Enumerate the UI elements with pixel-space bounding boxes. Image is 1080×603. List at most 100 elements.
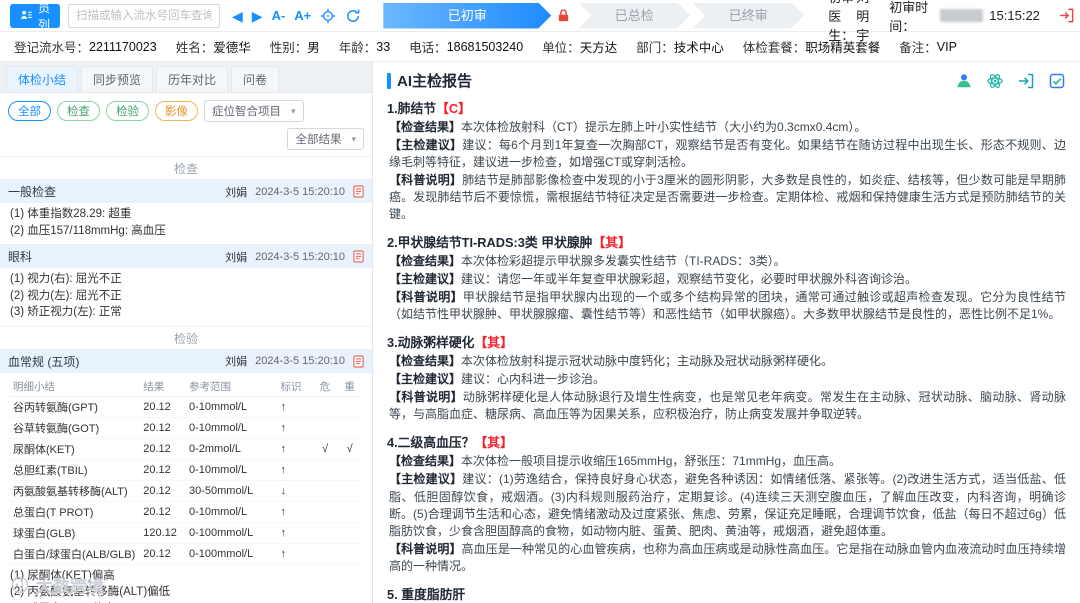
step-final-audit[interactable]: 已终审 [692,3,804,29]
summary-line: (1) 体重指数28.29: 超重 [10,206,362,223]
summary-list: 检查 一般检查 刘娟 2024-3-5 15:20:10 (1) 体重指数28.… [0,157,372,603]
card-time: 2024-3-5 15:20:10 [255,251,345,263]
report-line: 【检查结果】本次体检放射科提示冠状动脉中度钙化；主动脉及冠状动脉粥样硬化。 [389,353,1066,370]
prev-person-icon[interactable]: ◀ [232,9,243,23]
filter-lab[interactable]: 检验 [106,101,149,121]
report-item-tag: 【其】 [474,435,512,450]
person-list-button[interactable]: 人员列表 [10,4,60,28]
lab-col-danger: 危 [313,377,338,397]
lab-row: 球蛋白(GLB) 120.12 0-100mmol/L ↑ [10,522,362,543]
lab-range: 0-10mmol/L [186,417,278,438]
step-general-audit[interactable]: 已总检 [578,3,690,29]
report-line-text: 本次体检彩超提示甲状腺多发囊实性结节（TI-RADS：3类）。 [461,254,786,268]
summary-line: (2) 视力(左): 屈光不正 [10,288,362,305]
report-doc-icon[interactable] [353,250,364,263]
card-title: 眼科 [8,248,32,265]
chevron-down-icon: ▾ [351,134,356,145]
lab-row: 总蛋白(T PROT) 20.12 0-10mmol/L ↑ [10,501,362,522]
report-line-text: 肺结节是肺部影像检查中发现的小于3厘米的圆形阴影，大多数是良性的，如炎症、结核等… [389,173,1066,221]
patient-field-age: 年龄：33 [339,37,390,56]
report-item: 1.肺结节【C】 【检查结果】本次体检放射科（CT）提示左肺上叶小实性结节（大小… [387,98,1066,223]
filter-all[interactable]: 全部 [8,101,51,121]
step-first-audit[interactable]: 已初审 [383,3,551,29]
lab-severe [337,459,362,480]
card-eye-header[interactable]: 眼科 刘娟 2024-3-5 15:20:10 [0,245,372,268]
lab-result: 20.12 [140,459,186,480]
card-title: 一般检查 [8,183,56,200]
lab-flag: ↑ [278,417,313,438]
report-doc-icon[interactable] [353,355,364,368]
card-blood-header[interactable]: 血常规 (五项) 刘娟 2024-3-5 15:20:10 [0,350,372,373]
report-line-text: 本次体检放射科（CT）提示左肺上叶小实性结节（大小约为0.3cmx0.4cm）。 [461,120,866,134]
result-filter-select[interactable]: 全部结果 ▾ [287,128,364,150]
export-icon[interactable] [1017,72,1035,90]
lab-result: 20.12 [140,480,186,501]
lab-col-flag: 标识 [278,377,313,397]
summary-line: (2) 血压157/118mmHg: 高血压 [10,223,362,240]
search-input[interactable] [68,4,220,28]
lab-row: 丙氨酸氨基转移酶(ALT) 20.12 30-50mmol/L ↓ [10,480,362,501]
locate-icon[interactable] [320,8,336,24]
report-line-text: 建议：(1)劳逸结合，保持良好身心状态，避免各种诱因：如情绪低落、紧张等。(2)… [389,472,1066,537]
report-line: 【科普说明】动脉粥样硬化是人体动脉退行及增生性病变，也是常见老年病变。常发生在主… [389,389,1066,423]
report-item-title: 4.二级高血压？【其】 [387,432,1066,451]
report-line: 【科普说明】肺结节是肺部影像检查中发现的小于3厘米的圆形阴影，大多数是良性的，如… [389,172,1066,223]
report-item: 2.甲状腺结节TI-RADS:3类 甲状腺肿【其】 【检查结果】本次体检彩超提示… [387,232,1066,323]
report-line-label: 【检查结果】 [389,120,461,134]
patient-field-department: 部门：技术中心 [636,37,724,56]
lab-item-name: 球蛋白(GLB) [10,522,140,543]
report-item: 5. 重度脂肪肝 【检查结果】本次体检肝、胆、脾、肾B超提示重度脂肪肝。 【主检… [387,584,1066,603]
confirm-check-icon[interactable] [1048,72,1066,90]
project-filter-select[interactable]: 症位智合项目 ▾ [204,100,304,122]
font-increase-icon[interactable]: A+ [294,9,311,22]
card-eye-exam: 眼科 刘娟 2024-3-5 15:20:10 (1) 视力(右): 屈光不正 … [0,245,372,327]
card-general-exam: 一般检查 刘娟 2024-3-5 15:20:10 (1) 体重指数28.29:… [0,179,372,245]
report-line-text: 本次体检放射科提示冠状动脉中度钙化；主动脉及冠状动脉粥样硬化。 [461,354,833,368]
tab-sync-preview[interactable]: 同步预览 [81,66,153,92]
person-list-icon [20,9,33,22]
summary-panel: 体检小结 同步预览 历年对比 问卷 全部 检查 检验 影像 症位智合项目 ▾ 全… [0,62,373,603]
lab-danger [313,543,338,564]
page-title: AI主检报告 [397,70,472,91]
audit-time-label: 初审时间： [889,0,934,35]
sign-out-icon[interactable] [1058,7,1075,24]
summary-line: (1) 视力(右): 屈光不正 [10,271,362,288]
lock-icon[interactable] [556,8,571,23]
tab-summary[interactable]: 体检小结 [6,66,78,92]
patient-bar: 登记流水号：2211170023 姓名：爱德华 性别：男 年龄：33 电话：18… [0,32,1080,62]
main-content: 体检小结 同步预览 历年对比 问卷 全部 检查 检验 影像 症位智合项目 ▾ 全… [0,62,1080,603]
lab-range: 0-10mmol/L [186,396,278,417]
tab-history-compare[interactable]: 历年对比 [156,66,228,92]
report-line-label: 【检查结果】 [389,454,461,468]
ai-doctor-icon[interactable] [955,72,973,90]
report-item-title: 5. 重度脂肪肝 [387,584,1066,603]
report-item-tag: 【C】 [436,101,471,116]
card-general-header[interactable]: 一般检查 刘娟 2024-3-5 15:20:10 [0,180,372,203]
ai-settings-icon[interactable] [986,72,1004,90]
lab-col-range: 参考范围 [186,377,278,397]
font-decrease-icon[interactable]: A- [272,9,286,22]
lab-table: 明细小结 结果 参考范围 标识 危 重 谷丙转氨酶(GPT) 2 [10,377,362,565]
report-line-text: 高血压是一种常见的心血管疾病，也称为高血压病或是动脉性高血压。它是指在动脉血管内… [389,542,1066,573]
tab-questionnaire[interactable]: 问卷 [231,66,279,92]
filter-area: 全部 检查 检验 影像 症位智合项目 ▾ 全部结果 ▾ [0,93,372,157]
report-line-label: 【检查结果】 [389,254,461,268]
result-filter-value: 全部结果 [295,131,341,147]
lab-severe [337,396,362,417]
left-tabs: 体检小结 同步预览 历年对比 问卷 [0,62,372,93]
report-doc-icon[interactable] [353,185,364,198]
next-person-icon[interactable]: ▶ [252,9,263,23]
lab-flag: ↑ [278,459,313,480]
section-exam: 检查 [0,157,372,179]
filter-imaging[interactable]: 影像 [155,101,198,121]
report-item-title: 2.甲状腺结节TI-RADS:3类 甲状腺肿【其】 [387,232,1066,251]
filter-exam[interactable]: 检查 [57,101,100,121]
patient-field-serial: 登记流水号：2211170023 [14,37,157,56]
summary-line: (3) 矫正视力(左): 正常 [10,304,362,321]
report-header: AI主检报告 [387,70,1066,91]
lab-result: 20.12 [140,438,186,459]
card-doctor: 刘娟 [225,184,247,200]
report-line: 【检查结果】本次体检彩超提示甲状腺多发囊实性结节（TI-RADS：3类）。 [389,253,1066,270]
report-line-text: 本次体检一般项目提示收缩压165mmHg，舒张压：71mmHg，血压高。 [461,454,841,468]
refresh-icon[interactable] [345,8,361,24]
